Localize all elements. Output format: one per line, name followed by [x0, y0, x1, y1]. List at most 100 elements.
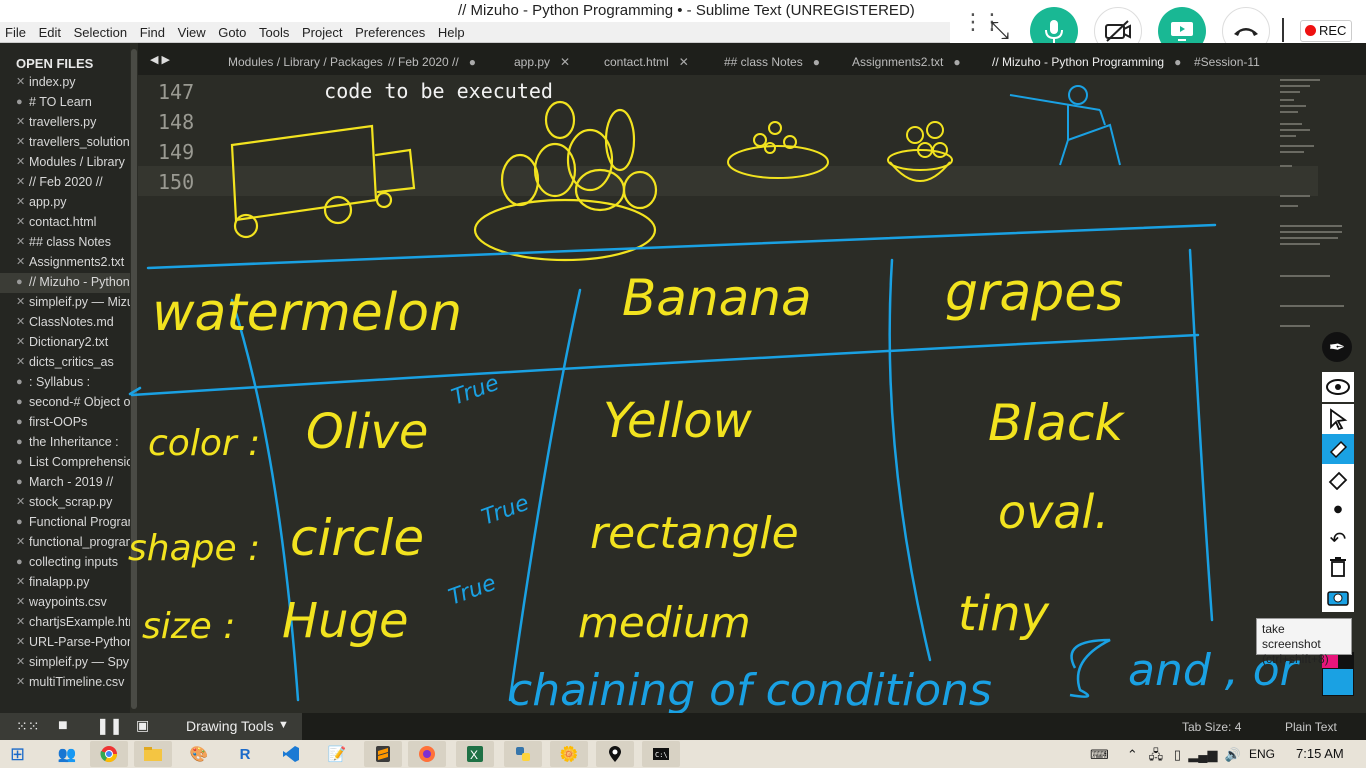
close-icon[interactable]: ✕: [16, 153, 25, 172]
battery-icon[interactable]: ▯: [1174, 747, 1181, 762]
sidebar-file-item[interactable]: ✕ functional_program: [0, 533, 130, 553]
firefox-icon[interactable]: [408, 741, 446, 767]
terminal-icon[interactable]: C:\: [642, 741, 680, 767]
keyboard-icon[interactable]: ⌨: [1090, 747, 1109, 762]
sidebar-file-item[interactable]: ✕ URL-Parse-Python: [0, 633, 130, 653]
sidebar-file-item[interactable]: ✕ index.py: [0, 73, 130, 93]
menu-find[interactable]: Find: [135, 22, 169, 40]
highlighter-icon[interactable]: [1322, 434, 1354, 464]
record-indicator[interactable]: REC: [1300, 20, 1352, 42]
close-icon[interactable]: ✕: [16, 333, 25, 352]
eraser-icon[interactable]: [1322, 464, 1354, 494]
close-icon[interactable]: ✕: [16, 533, 25, 552]
sidebar-file-item[interactable]: ●: Syllabus :: [0, 373, 130, 393]
eye-icon[interactable]: [1322, 372, 1354, 402]
volume-icon[interactable]: 🔊: [1225, 747, 1241, 762]
sidebar-file-item[interactable]: ● first-OOPs: [0, 413, 130, 433]
unsaved-dot-icon[interactable]: ●: [16, 513, 23, 532]
sidebar-file-item[interactable]: ● the Inheritance :: [0, 433, 130, 453]
close-icon[interactable]: ✕: [16, 633, 25, 652]
sidebar-file-item[interactable]: ● # TO Learn: [0, 93, 130, 113]
close-icon[interactable]: ✕: [16, 593, 25, 612]
sidebar-file-item[interactable]: ✕ ClassNotes.md: [0, 313, 130, 333]
unsaved-dot-icon[interactable]: ●: [469, 55, 476, 69]
sidebar-file-item[interactable]: ✕ travellers.py: [0, 113, 130, 133]
grid-icon[interactable]: ⁙⁙: [16, 718, 39, 735]
close-icon[interactable]: ✕: [16, 673, 25, 692]
tab-scroll-arrows-icon[interactable]: ◀ ▶: [150, 53, 170, 66]
close-icon[interactable]: ✕: [16, 173, 25, 192]
tab-size-selector[interactable]: Tab Size: 4: [1182, 720, 1241, 734]
close-icon[interactable]: ✕: [679, 55, 689, 69]
close-icon[interactable]: ✕: [16, 113, 25, 132]
sidebar-file-item[interactable]: ✕ multiTimeline.csv: [0, 673, 130, 693]
people-app-icon[interactable]: 👥: [48, 741, 86, 767]
close-icon[interactable]: ✕: [16, 213, 25, 232]
expand-icon[interactable]: ⤡: [990, 16, 1009, 44]
sidebar-file-item[interactable]: ✕ ## class Notes: [0, 233, 130, 253]
undo-icon[interactable]: ↶: [1322, 524, 1354, 554]
tab-assignments2[interactable]: Assignments2.txt ●: [842, 43, 971, 75]
sidebar-file-item[interactable]: ● second-# Object o: [0, 393, 130, 413]
sidebar-file-item[interactable]: ✕ Modules / Library: [0, 153, 130, 173]
sidebar-file-item[interactable]: ✕ simpleif.py — Spy: [0, 653, 130, 673]
unsaved-dot-icon[interactable]: ●: [16, 473, 23, 492]
python-icon[interactable]: [504, 741, 542, 767]
sidebar-file-item[interactable]: ✕ chartjsExample.htm: [0, 613, 130, 633]
stop-icon[interactable]: ■: [58, 717, 68, 735]
sidebar-file-item[interactable]: ✕ stock_scrap.py: [0, 493, 130, 513]
code-line[interactable]: code to be executed: [276, 79, 553, 103]
unsaved-dot-icon[interactable]: ●: [813, 55, 820, 69]
sidebar-file-item[interactable]: ✕ contact.html: [0, 213, 130, 233]
menu-file[interactable]: File: [0, 22, 30, 40]
sidebar-file-item[interactable]: ✕ dicts_critics_as: [0, 353, 130, 373]
trash-icon[interactable]: [1322, 552, 1354, 582]
tab-class-notes[interactable]: ## class Notes ●: [714, 43, 830, 75]
close-icon[interactable]: ✕: [16, 493, 25, 512]
unsaved-dot-icon[interactable]: ●: [16, 93, 23, 112]
vscode-icon[interactable]: [272, 741, 310, 767]
notepad-icon[interactable]: 📝: [318, 741, 356, 767]
menu-preferences[interactable]: Preferences: [350, 22, 429, 40]
excel-icon[interactable]: X: [456, 741, 494, 767]
tab-mizuho-python[interactable]: // Mizuho - Python Programming ●: [982, 43, 1191, 75]
scrollbar-thumb[interactable]: [131, 49, 137, 709]
sidebar-file-item[interactable]: ✕ finalapp.py: [0, 573, 130, 593]
tab-modules[interactable]: Modules / Library / Packages: [218, 43, 393, 75]
close-icon[interactable]: ✕: [16, 293, 25, 312]
menu-edit[interactable]: Edit: [34, 22, 65, 40]
menu-goto[interactable]: Goto: [213, 22, 250, 40]
minimap[interactable]: [1270, 75, 1366, 335]
close-icon[interactable]: ✕: [16, 133, 25, 152]
close-icon[interactable]: ✕: [16, 313, 25, 332]
close-icon[interactable]: ✕: [16, 233, 25, 252]
sidebar-file-item[interactable]: ✕ // Feb 2020 //: [0, 173, 130, 193]
close-icon[interactable]: ✕: [16, 73, 25, 92]
tab-feb-2020[interactable]: // Feb 2020 // ●: [378, 43, 486, 75]
brush-size-icon[interactable]: ●: [1322, 494, 1354, 524]
unsaved-dot-icon[interactable]: ●: [953, 55, 960, 69]
sidebar-file-item[interactable]: ● // Mizuho - Python: [0, 273, 130, 293]
file-explorer-icon[interactable]: [134, 741, 172, 767]
r-app-icon[interactable]: R: [226, 741, 264, 767]
unsaved-dot-icon[interactable]: ●: [1174, 55, 1181, 69]
sidebar-file-item[interactable]: ✕ Dictionary2.txt: [0, 333, 130, 353]
maps-pin-icon[interactable]: [596, 741, 634, 767]
signal-icon[interactable]: ▂▄▆: [1188, 747, 1217, 762]
unsaved-dot-icon[interactable]: ●: [16, 553, 23, 572]
unsaved-dot-icon[interactable]: ●: [16, 413, 23, 432]
clock[interactable]: 7:15 AM: [1296, 746, 1344, 761]
menu-help[interactable]: Help: [433, 22, 469, 40]
tab-contact-html[interactable]: contact.html ✕: [594, 43, 699, 75]
chrome-icon[interactable]: [90, 741, 128, 767]
menu-selection[interactable]: Selection: [69, 22, 131, 40]
unsaved-dot-icon[interactable]: ●: [16, 273, 23, 292]
tab-app-py[interactable]: app.py ✕: [504, 43, 580, 75]
syntax-selector[interactable]: Plain Text: [1285, 720, 1337, 734]
close-icon[interactable]: ✕: [16, 353, 25, 372]
paint-icon[interactable]: 🎨: [180, 741, 218, 767]
menu-tools[interactable]: Tools: [254, 22, 293, 40]
close-icon[interactable]: ✕: [16, 653, 25, 672]
close-icon[interactable]: ✕: [16, 253, 25, 272]
close-icon[interactable]: ✕: [16, 613, 25, 632]
